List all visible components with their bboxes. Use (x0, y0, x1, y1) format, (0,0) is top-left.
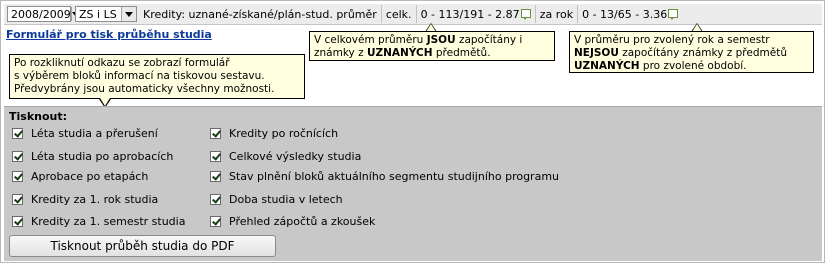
option-label: Kredity za 1. semestr studia (31, 215, 186, 228)
year-value-wrap: 0 - 13/65 - 3.36 (578, 8, 682, 21)
tooltip-text: V průměru pro zvolený rok a semestr (574, 34, 770, 46)
print-title: Tisknout: (9, 110, 68, 123)
academic-year-select[interactable]: 2008/2009 (7, 6, 80, 22)
option-row[interactable]: Doba studia v letech (210, 193, 343, 206)
option-label: Stav plnění bloků aktuálního segmentu st… (229, 170, 560, 183)
total-label: celk. (385, 7, 412, 21)
tooltip-strong: NEJSOU (574, 47, 619, 59)
semester-value: ZS i LS (79, 7, 117, 21)
checkbox-checked[interactable] (12, 128, 23, 139)
option-row[interactable]: Kredity za 1. semestr studia (12, 215, 185, 228)
chevron-down-icon (121, 7, 136, 21)
option-row[interactable]: Aprobace po etapách (12, 170, 148, 183)
option-label: Léta studia po aprobacích (31, 150, 174, 163)
option-label: Kredity za 1. rok studia (31, 193, 159, 206)
option-label: Doba studia v letech (229, 193, 343, 206)
study-progress-frame: 2008/2009 ZS i LS Kredity: uznané-získan… (0, 0, 825, 263)
tooltip-text: V celkovém průměru (314, 34, 427, 46)
option-row[interactable]: Stav plnění bloků aktuálního segmentu st… (210, 170, 559, 183)
print-form-link[interactable]: Formulář pro tisk průběhu studia (6, 28, 212, 41)
tooltip-print-link: Po rozkliknutí odkazu se zobrazí formulá… (9, 54, 305, 99)
tooltip-text: započítány známky z předmětů (618, 47, 787, 59)
semester-select[interactable]: ZS i LS (75, 6, 137, 22)
tooltip-line: Předvybrány jsou automaticky všechny mož… (14, 83, 275, 95)
print-options-panel: Tisknout: Léta studia a přerušení Léta s… (4, 106, 822, 261)
total-value-wrap: 0 - 113/191 - 2.87 (417, 8, 535, 21)
tooltip-text: pro zvolené období. (639, 60, 747, 72)
checkbox-checked[interactable] (210, 216, 221, 227)
comment-icon[interactable] (520, 9, 531, 20)
option-label: Léta studia a přerušení (31, 127, 158, 140)
checkbox-checked[interactable] (12, 151, 23, 162)
checkbox-checked[interactable] (12, 194, 23, 205)
total-value: 0 - 113/191 - 2.87 (420, 7, 520, 21)
option-label: Přehled zápočtů a zkoušek (229, 215, 376, 228)
checkbox-checked[interactable] (12, 216, 23, 227)
academic-year-value: 2008/2009 (11, 7, 71, 21)
print-pdf-button[interactable]: Tisknout průběh studia do PDF (9, 235, 276, 257)
tooltip-strong: UZNANÝCH (366, 47, 433, 59)
option-row[interactable]: Celkové výsledky studia (210, 150, 361, 163)
checkbox-checked[interactable] (210, 194, 221, 205)
option-row[interactable]: Přehled zápočtů a zkoušek (210, 215, 375, 228)
option-row[interactable]: Léta studia po aprobacích (12, 150, 173, 163)
tooltip-total-average: V celkovém průměru JSOU započítány i zná… (309, 31, 555, 61)
year-value: 0 - 13/65 - 3.36 (582, 7, 668, 21)
top-bar: 2008/2009 ZS i LS Kredity: uznané-získan… (4, 4, 822, 25)
checkbox-checked[interactable] (210, 128, 221, 139)
option-row[interactable]: Kredity po ročnících (210, 127, 338, 140)
tooltip-line: Po rozkliknutí odkazu se zobrazí formulá… (14, 57, 230, 69)
comment-icon[interactable] (668, 9, 679, 20)
checkbox-checked[interactable] (12, 171, 23, 182)
tooltip-year-average: V průměru pro zvolený rok a semestr NEJS… (569, 31, 814, 73)
checkbox-checked[interactable] (210, 151, 221, 162)
option-row[interactable]: Kredity za 1. rok studia (12, 193, 158, 206)
checkbox-checked[interactable] (210, 171, 221, 182)
credits-label: Kredity: uznané-získané/plán-stud. průmě… (143, 7, 377, 21)
option-row[interactable]: Léta studia a přerušení (12, 127, 158, 140)
year-label: za rok (539, 7, 574, 21)
tooltip-strong: UZNANÝCH (574, 60, 640, 72)
option-label: Celkové výsledky studia (229, 150, 362, 163)
tooltip-line: s výběrem bloků informací na tiskovou se… (14, 70, 265, 82)
tooltip-strong: JSOU (426, 34, 456, 46)
option-label: Aprobace po etapách (31, 170, 149, 183)
tooltip-text: předmětů. (432, 47, 491, 59)
option-label: Kredity po ročnících (229, 127, 339, 140)
